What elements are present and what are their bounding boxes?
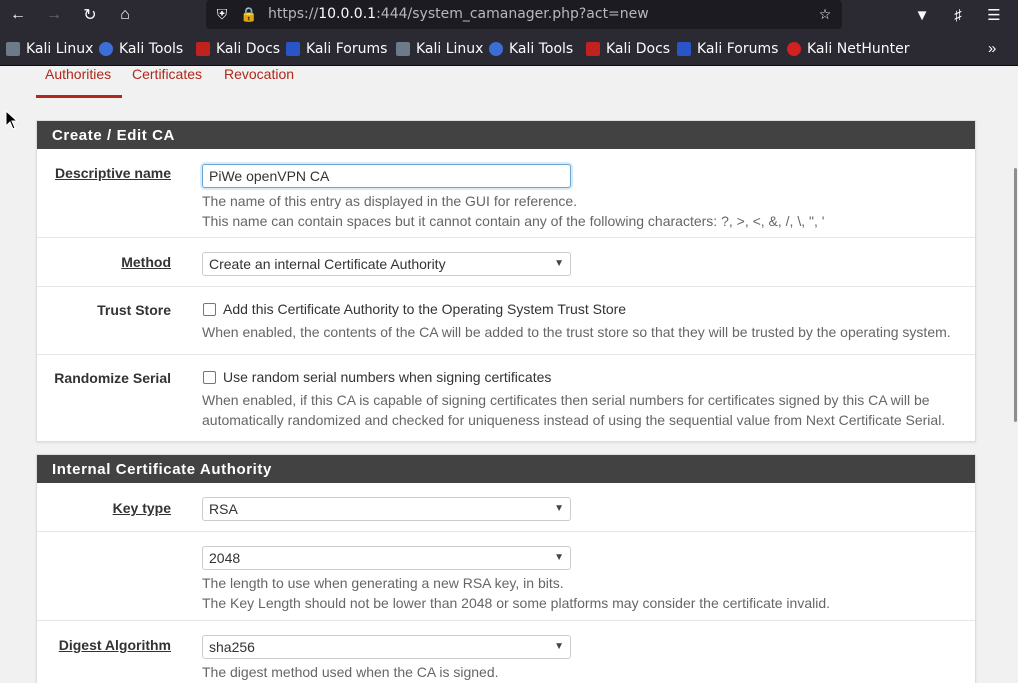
bookmark-kali-linux-2[interactable]: Kali Linux [396,41,483,57]
digest-select[interactable]: sha256 ▼ [202,635,571,659]
bookmark-kali-forums[interactable]: Kali Forums [286,41,387,57]
randomize-serial-checkbox-label[interactable]: Use random serial numbers when signing c… [223,369,551,385]
shield-icon[interactable]: ⛨ [213,5,231,23]
panel-title: Create / Edit CA [37,121,975,149]
kali-dragon-icon [396,42,410,56]
url-bar[interactable]: ⛨ 🔒 https://10.0.0.1:444/system_camanage… [206,0,842,29]
kali-tools-icon [99,42,113,56]
home-icon[interactable]: ⌂ [113,3,137,27]
kali-dragon-icon [6,42,20,56]
forward-arrow-icon[interactable]: → [42,3,66,27]
trust-store-checkbox[interactable] [203,302,216,316]
key-type-label: Key type [112,500,171,516]
randomize-serial-help-1: When enabled, if this CA is capable of s… [202,392,930,408]
trust-store-checkbox-label[interactable]: Add this Certificate Authority to the Op… [223,301,626,317]
page-content: Authorities Certificates Revocation Crea… [0,66,1018,683]
descriptive-name-help-2: This name can contain spaces but it cann… [202,213,825,229]
menu-icon[interactable]: ☰ [982,3,1006,27]
digest-select-value: sha256 [209,639,255,655]
kali-tools-icon [489,42,503,56]
extensions-icon[interactable]: ♯ [946,3,970,27]
kali-forums-icon [286,42,300,56]
key-length-select-value: 2048 [209,550,241,566]
internal-panel-title: Internal Certificate Authority [37,455,975,483]
bookmark-kali-tools-2[interactable]: Kali Tools [489,41,573,57]
descriptive-name-input[interactable] [202,164,571,188]
bookmark-kali-tools[interactable]: Kali Tools [99,41,183,57]
page-scrollbar[interactable] [1013,66,1018,683]
pocket-icon[interactable]: ▼ [910,3,934,27]
chevron-down-icon: ▼ [554,258,564,269]
key-length-help-1: The length to use when generating a new … [202,575,564,591]
tab-certificates[interactable]: Certificates [132,66,202,82]
randomize-serial-label: Randomize Serial [54,370,171,386]
bookmarks-bar: Kali Linux Kali Tools Kali Docs Kali For… [0,30,1018,66]
key-length-row: 2048 ▼ The length to use when generating … [37,532,975,621]
chevron-down-icon: ▼ [554,641,564,652]
descriptive-name-label: Descriptive name [55,165,171,181]
kali-nethunter-icon [787,42,801,56]
key-type-select[interactable]: RSA ▼ [202,497,571,521]
descriptive-name-help-1: The name of this entry as displayed in t… [202,193,578,209]
mouse-cursor-icon [5,110,19,130]
kali-docs-icon [196,42,210,56]
scrollbar-thumb[interactable] [1014,168,1017,422]
trust-store-label: Trust Store [97,302,171,318]
key-type-select-value: RSA [209,501,238,517]
browser-toolbar: ← → ↻ ⌂ ⛨ 🔒 https://10.0.0.1:444/system_… [0,0,1018,30]
method-row: Method Create an internal Certificate Au… [37,238,975,287]
method-select[interactable]: Create an internal Certificate Authority… [202,252,571,276]
create-edit-ca-panel: Create / Edit CA Descriptive name The na… [36,120,976,442]
kali-forums-icon [677,42,691,56]
randomize-serial-checkbox[interactable] [203,370,216,384]
bookmark-kali-docs[interactable]: Kali Docs [196,41,280,57]
trust-store-help: When enabled, the contents of the CA wil… [202,324,951,340]
digest-row: Digest Algorithm sha256 ▼ The digest meth… [37,621,975,683]
trust-store-checkbox-row[interactable]: Add this Certificate Authority to the Op… [202,301,951,317]
bookmark-kali-docs-2[interactable]: Kali Docs [586,41,670,57]
digest-label: Digest Algorithm [58,637,171,653]
bookmark-star-icon[interactable]: ☆ [816,5,834,23]
chevron-down-icon: ▼ [554,552,564,563]
trust-store-row: Trust Store Add this Certificate Authori… [37,287,975,355]
chevron-down-icon: ▼ [554,503,564,514]
lock-warning-icon[interactable]: 🔒 [240,5,258,23]
digest-help: The digest method used when the CA is si… [202,664,499,680]
kali-docs-icon [586,42,600,56]
url-text[interactable]: https://10.0.0.1:444/system_camanager.ph… [268,6,649,22]
key-type-row: Key type RSA ▼ [37,483,975,532]
chevron-double-right-icon[interactable]: » [988,40,996,57]
active-tab-indicator [36,95,122,98]
bookmark-kali-forums-2[interactable]: Kali Forums [677,41,778,57]
descriptive-name-row: Descriptive name The name of this entry … [37,149,975,238]
randomize-serial-row: Randomize Serial Use random serial numbe… [37,355,975,442]
tab-authorities[interactable]: Authorities [45,66,111,82]
bookmark-kali-nethunter[interactable]: Kali NetHunter [787,41,909,57]
tab-revocation[interactable]: Revocation [224,66,294,82]
method-label: Method [121,254,171,270]
randomize-serial-checkbox-row[interactable]: Use random serial numbers when signing c… [202,369,945,385]
back-arrow-icon[interactable]: ← [6,3,30,27]
reload-icon[interactable]: ↻ [78,3,102,27]
internal-ca-panel: Internal Certificate Authority Key type … [36,454,976,683]
key-length-select[interactable]: 2048 ▼ [202,546,571,570]
key-length-help-2: The Key Length should not be lower than … [202,595,831,611]
randomize-serial-help-2: automatically randomized and checked for… [202,412,946,428]
method-select-value: Create an internal Certificate Authority [209,256,446,272]
bookmark-kali-linux[interactable]: Kali Linux [6,41,93,57]
